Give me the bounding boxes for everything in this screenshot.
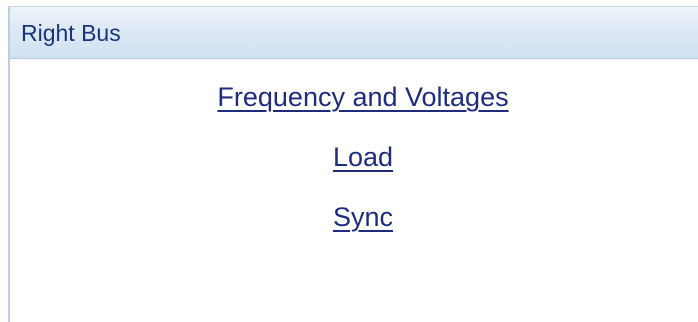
frequency-and-voltages-link[interactable]: Frequency and Voltages: [10, 81, 698, 113]
panel-header: Right Bus: [10, 7, 698, 59]
right-bus-panel: Right Bus Frequency and Voltages Load Sy…: [8, 6, 698, 322]
panel-body: Frequency and Voltages Load Sync: [10, 59, 698, 322]
load-link[interactable]: Load: [10, 141, 698, 173]
panel-title: Right Bus: [21, 20, 121, 46]
sync-link[interactable]: Sync: [10, 201, 698, 233]
